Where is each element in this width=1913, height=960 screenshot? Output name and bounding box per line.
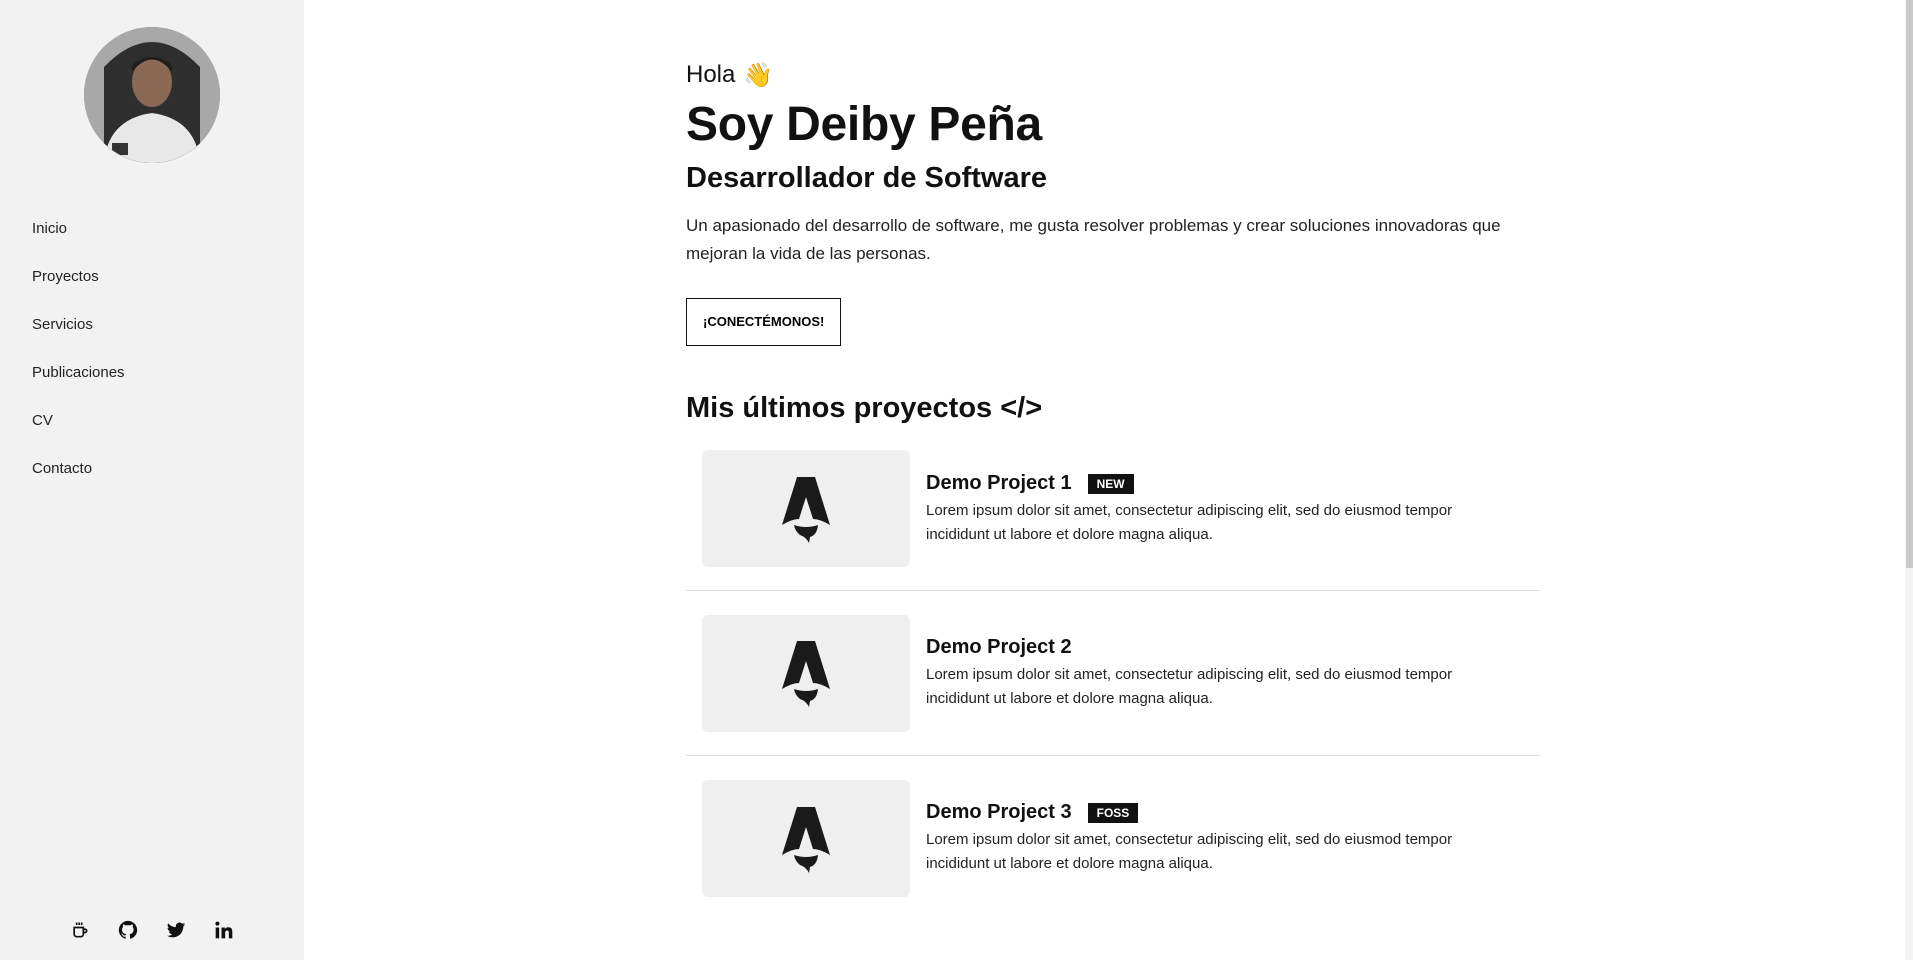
main-content: Hola 👋 Soy Deiby Peña Desarrollador de S… [686, 60, 1540, 921]
sidebar-nav: Inicio Proyectos Servicios Publicaciones… [32, 204, 125, 492]
project-description: Lorem ipsum dolor sit amet, consectetur … [926, 831, 1453, 872]
linkedin-icon[interactable] [212, 918, 236, 942]
project-thumbnail [702, 614, 910, 732]
intro-description: Un apasionado del desarrollo de software… [686, 216, 1501, 263]
github-icon[interactable] [116, 918, 140, 942]
avatar [84, 27, 220, 163]
project-description: Lorem ipsum dolor sit amet, consectetur … [926, 665, 1453, 707]
project-info: Demo Project 1 NEW Lorem ipsum dolor sit… [926, 472, 1486, 547]
social-links [68, 918, 236, 942]
avatar-photo [84, 27, 220, 163]
project-title[interactable]: Demo Project 1 [926, 472, 1072, 495]
project-thumbnail [702, 780, 910, 897]
status-badge: NEW [1087, 473, 1134, 494]
project-card[interactable]: Demo Project 3 FOSS Lorem ipsum dolor si… [686, 756, 1540, 921]
nav-item-cv[interactable]: CV [32, 396, 125, 444]
project-title[interactable]: Demo Project 3 [926, 801, 1072, 824]
greeting-text: Hola [686, 61, 736, 88]
coffee-icon[interactable] [68, 918, 92, 942]
greeting: Hola 👋 [686, 60, 1540, 90]
project-description: Lorem ipsum dolor sit amet, consectetur … [926, 502, 1453, 543]
nav-item-servicios[interactable]: Servicios [32, 300, 125, 348]
nav-item-inicio[interactable]: Inicio [32, 204, 125, 252]
astro-logo-icon [782, 476, 830, 543]
project-thumbnail [702, 450, 910, 567]
project-card[interactable]: Demo Project 1 NEW Lorem ipsum dolor sit… [686, 450, 1540, 591]
sidebar: Inicio Proyectos Servicios Publicaciones… [0, 0, 304, 960]
project-card[interactable]: Demo Project 2 Lorem ipsum dolor sit ame… [686, 591, 1540, 756]
page-title: Soy Deiby Peña [686, 98, 1042, 151]
projects-section-title: Mis últimos proyectos </> [686, 392, 1043, 424]
nav-item-publicaciones[interactable]: Publicaciones [32, 348, 125, 396]
project-title[interactable]: Demo Project 2 [926, 636, 1072, 659]
scrollbar[interactable] [1905, 0, 1913, 960]
scrollbar-thumb[interactable] [1906, 0, 1913, 568]
wave-icon: 👋 [743, 61, 774, 89]
astro-logo-icon [782, 641, 830, 707]
status-badge: FOSS [1087, 802, 1139, 823]
twitter-icon[interactable] [164, 918, 188, 942]
connect-button[interactable]: ¡CONECTÉMONOS! [686, 298, 842, 346]
nav-item-proyectos[interactable]: Proyectos [32, 252, 125, 300]
subtitle-role: Desarrollador de Software [686, 162, 1047, 194]
astro-logo-icon [782, 806, 830, 873]
projects-list: Demo Project 1 NEW Lorem ipsum dolor sit… [686, 450, 1540, 921]
project-info: Demo Project 3 FOSS Lorem ipsum dolor si… [926, 801, 1486, 876]
nav-item-contacto[interactable]: Contacto [32, 444, 125, 492]
project-info: Demo Project 2 Lorem ipsum dolor sit ame… [926, 636, 1486, 711]
